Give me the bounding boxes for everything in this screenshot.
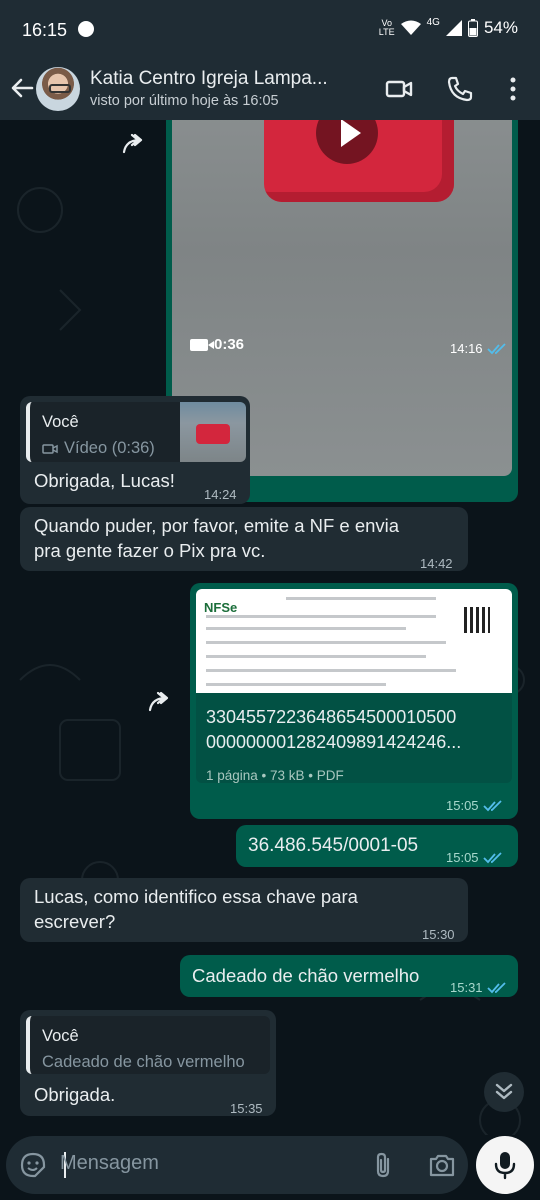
message-meta: 14:16 (450, 336, 507, 361)
chat-area[interactable]: 0:36 14:16 Você Vídeo (0:36) Obrigada, L… (0, 120, 540, 1135)
signal-icon (445, 20, 462, 36)
video-call-icon[interactable] (384, 74, 414, 104)
message-meta: 15:05 (446, 845, 503, 870)
quote-text: Cadeado de chão vermelho (42, 1053, 245, 1071)
status-bar: 16:15 Vo LTE 4G 54% (0, 0, 540, 62)
contact-name[interactable]: Katia Centro Igreja Lampa... (90, 68, 360, 90)
document-meta: 1 página • 73 kB • PDF (206, 768, 344, 783)
quote-author: Você (42, 413, 79, 431)
camera-icon[interactable] (428, 1152, 456, 1178)
message-line: Lucas, como identifico essa chave para (34, 886, 358, 907)
microphone-icon (494, 1152, 516, 1180)
more-options-icon[interactable] (498, 74, 528, 104)
battery-level: 54% (483, 18, 518, 37)
message-time: 14:42 (420, 556, 453, 571)
quoted-message[interactable]: Você Cadeado de chão vermelho (26, 1016, 270, 1074)
back-arrow-icon[interactable] (8, 74, 36, 102)
read-ticks-icon (482, 851, 502, 863)
document-name-line: 330455722364865450001050​0 (206, 707, 457, 727)
message-input-bar: Mensagem (6, 1136, 468, 1194)
read-ticks-icon (486, 342, 506, 354)
forward-icon[interactable] (146, 690, 176, 714)
voice-message-button[interactable] (476, 1136, 534, 1194)
football-icon (78, 21, 94, 37)
document-preview[interactable]: NFSe (196, 589, 512, 693)
forward-icon[interactable] (120, 132, 150, 156)
emoji-sticker-icon[interactable] (20, 1152, 46, 1178)
video-camera-icon (190, 338, 214, 351)
message-text: Cadeado de chão vermelho (192, 965, 420, 986)
video-duration: 0:36 (190, 332, 244, 357)
message-line: pra gente fazer o Pix pra vc. (34, 540, 266, 561)
incoming-message[interactable]: Quando puder, por favor, emite a NF e en… (20, 507, 468, 571)
message-text: 36.486.545/0001-05 (248, 835, 419, 856)
attach-icon[interactable] (372, 1151, 396, 1179)
document-info: 330455722364865450001050​0 0000000012824… (196, 693, 512, 783)
message-meta: 15:05 (446, 793, 503, 818)
status-time: 16:15 (22, 20, 68, 40)
contact-avatar[interactable] (36, 67, 80, 111)
outgoing-message[interactable]: Cadeado de chão vermelho 15:31 (180, 955, 518, 997)
scroll-to-bottom-button[interactable] (484, 1072, 524, 1112)
message-time: 14:24 (204, 487, 237, 502)
incoming-reply-message[interactable]: Você Cadeado de chão vermelho Obrigada. … (20, 1010, 276, 1116)
wifi-icon (400, 20, 421, 35)
message-line: Quando puder, por favor, emite a NF e en… (34, 515, 400, 536)
status-indicators: Vo LTE 4G 54% (379, 18, 518, 38)
quote-text: Vídeo (0:36) (42, 436, 155, 461)
incoming-message[interactable]: Lucas, como identifico essa chave para e… (20, 878, 468, 942)
qr-code-icon (464, 607, 490, 633)
message-meta: 15:31 (450, 975, 507, 1000)
message-time: 15:35 (230, 1101, 263, 1116)
battery-icon (467, 19, 478, 37)
volte-indicator: Vo LTE (378, 18, 395, 37)
outgoing-message[interactable]: 36.486.545/0001-05 15:05 (236, 825, 518, 867)
document-message[interactable]: NFSe 330455722364865450001050​0 00000000… (190, 583, 518, 819)
phone-call-icon[interactable] (445, 74, 475, 104)
last-seen: visto por último hoje às 16:05 (90, 93, 279, 109)
message-time: 15:30 (422, 927, 455, 942)
message-text: Obrigada. (34, 1084, 116, 1105)
read-ticks-icon (482, 799, 502, 811)
incoming-reply-message[interactable]: Você Vídeo (0:36) Obrigada, Lucas! 14:24 (20, 396, 250, 504)
double-chevron-down-icon (495, 1083, 513, 1100)
chat-header: Katia Centro Igreja Lampa... visto por ú… (0, 62, 540, 120)
quoted-message[interactable]: Você Vídeo (0:36) (26, 402, 246, 462)
network-gen: 4G (426, 17, 440, 28)
quote-author: Você (42, 1027, 79, 1045)
message-input[interactable]: Mensagem (60, 1152, 159, 1175)
document-name-line: 00000000128240989142424​6... (206, 732, 462, 752)
read-ticks-icon (486, 981, 506, 993)
video-camera-icon (42, 443, 58, 454)
quote-thumbnail (180, 402, 246, 462)
message-text: Obrigada, Lucas! (34, 470, 175, 491)
message-line: escrever? (34, 911, 116, 932)
